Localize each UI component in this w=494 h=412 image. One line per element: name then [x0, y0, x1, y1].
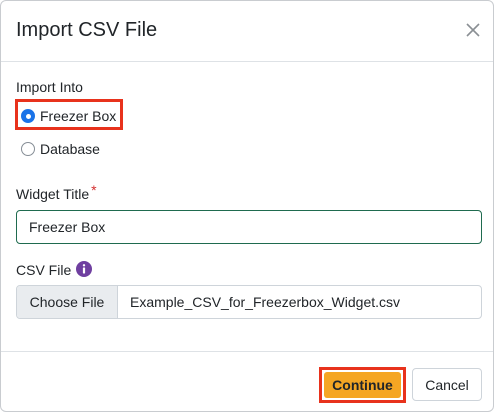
radio-option-freezer-box[interactable]: Freezer Box: [21, 107, 116, 125]
radio-label-database: Database: [40, 141, 100, 157]
choose-file-button[interactable]: Choose File: [17, 286, 118, 318]
widget-title-input[interactable]: [16, 210, 482, 244]
radio-checked-icon[interactable]: [21, 109, 35, 123]
radio-label-freezer-box: Freezer Box: [40, 108, 117, 124]
radio-option-database[interactable]: Database: [21, 140, 100, 158]
continue-button[interactable]: Continue: [324, 372, 401, 398]
selected-file-name: Example_CSV_for_Freezerbox_Widget.csv: [130, 294, 401, 310]
dialog-title: Import CSV File: [16, 19, 158, 41]
csv-file-label: CSV File: [16, 262, 72, 278]
import-csv-dialog: Import CSV File Import Into Freezer Box …: [0, 0, 494, 412]
radio-unchecked-icon[interactable]: [21, 142, 35, 156]
footer-divider: [1, 351, 493, 352]
required-asterisk: *: [91, 182, 97, 198]
widget-title-label: Widget Title *: [16, 182, 97, 202]
info-circle-icon[interactable]: [76, 261, 92, 277]
csv-file-input[interactable]: Choose File Example_CSV_for_Freezerbox_W…: [16, 285, 482, 319]
import-into-label: Import Into: [16, 79, 83, 95]
close-icon[interactable]: [464, 21, 482, 39]
cancel-button[interactable]: Cancel: [412, 368, 482, 401]
dialog-header: Import CSV File: [1, 1, 493, 62]
widget-title-label-text: Widget Title: [16, 186, 90, 202]
